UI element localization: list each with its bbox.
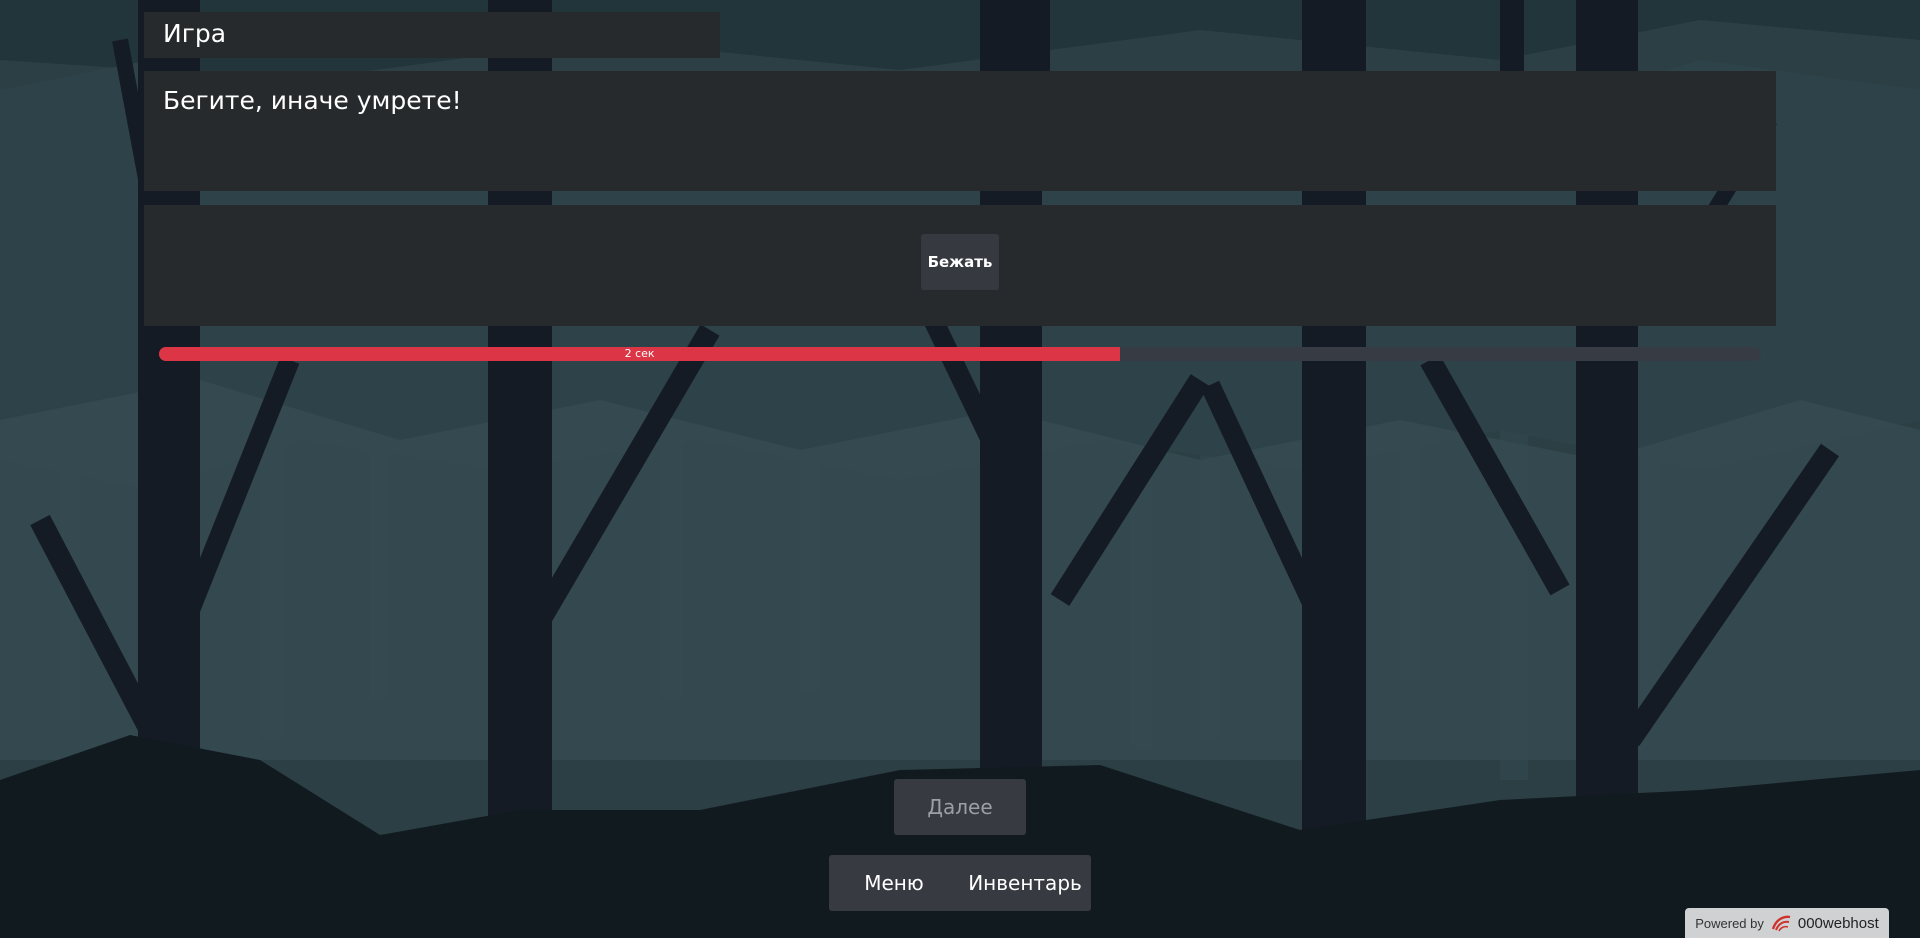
bottom-button-group: Меню Инвентарь [829, 855, 1091, 911]
timer-progress-bar: 2 сек [159, 347, 1761, 361]
menu-button[interactable]: Меню [829, 855, 959, 911]
actions-panel: Бежать [144, 205, 1776, 326]
message-text: Бегите, иначе умрете! [163, 86, 462, 115]
message-panel: Бегите, иначе умрете! [144, 71, 1776, 191]
page-title: Игра [163, 19, 227, 48]
timer-label: 2 сек [624, 347, 655, 360]
powered-by-text: Powered by [1695, 915, 1764, 931]
host-name: 000webhost [1797, 914, 1879, 932]
title-bar: Игра [144, 12, 720, 58]
next-button[interactable]: Далее [894, 779, 1026, 835]
000webhost-logo-icon [1771, 915, 1791, 932]
powered-by-badge[interactable]: Powered by 000webhost [1685, 908, 1889, 938]
timer-progress-fill: 2 сек [159, 347, 1121, 361]
inventory-button[interactable]: Инвентарь [959, 855, 1091, 911]
run-button[interactable]: Бежать [921, 234, 999, 290]
